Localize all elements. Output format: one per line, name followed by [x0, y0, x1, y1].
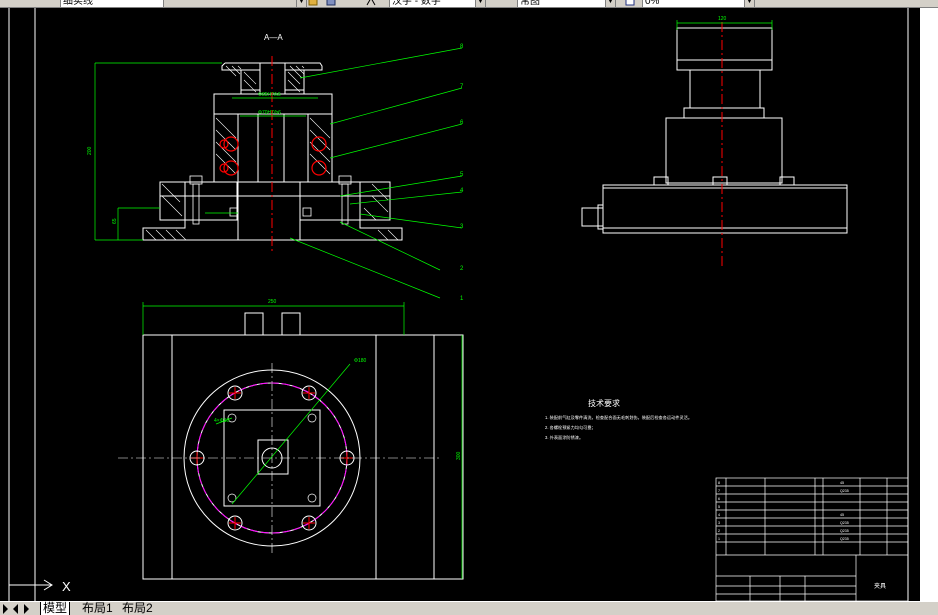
dim-hole: 4×Φ10	[214, 418, 229, 424]
dim-height-lower: 65	[112, 218, 118, 224]
layer-dropdown[interactable]: 细实线	[60, 0, 164, 7]
svg-text:Q235: Q235	[840, 529, 849, 533]
svg-text:8: 8	[718, 481, 720, 485]
layer-manager-icon[interactable]	[326, 0, 336, 6]
svg-text:Q235: Q235	[840, 489, 849, 493]
tab-model[interactable]: 模型	[40, 602, 71, 615]
svg-text:5: 5	[460, 172, 464, 178]
title-block	[715, 477, 909, 601]
dim-plan-height: 300	[456, 451, 462, 460]
tech-title: 技术要求	[588, 398, 620, 408]
tech-note-2: 2. 各螺栓预紧力均匀可靠；	[545, 424, 596, 431]
ucs-icon	[9, 579, 53, 591]
drawing-frame	[8, 8, 909, 601]
svg-text:2: 2	[460, 266, 464, 272]
tech-note-3: 3. 外表面涂防锈漆。	[545, 434, 583, 441]
section-label: A—A	[264, 33, 283, 42]
layout-tabs: 模型 布局1 布局2	[0, 601, 938, 615]
tab-nav-next-icon[interactable]	[24, 604, 29, 614]
svg-text:1: 1	[460, 296, 464, 302]
tab-layout1[interactable]: 布局1	[80, 602, 115, 615]
layer-dropdown-arrow[interactable]: ▼	[296, 0, 307, 7]
dim-height-total: 200	[87, 146, 93, 155]
plot-style-dropdown[interactable]: 0%	[642, 0, 746, 7]
dim-pcd: Φ180	[354, 358, 367, 364]
svg-text:8: 8	[460, 44, 464, 50]
svg-text:7: 7	[718, 489, 720, 493]
dim-right-top: 120	[718, 16, 727, 22]
table-style-icon[interactable]	[625, 0, 635, 6]
drawing-canvas[interactable]: A—A 200 65 Φ85H7/k6 Φ70H7/h6 8 7 6 5 4 3…	[0, 8, 920, 601]
balloon-numbers: 8 7 6 5 4 3 2 1	[460, 44, 464, 302]
svg-text:7: 7	[460, 84, 464, 90]
plot-style-dropdown-arrow[interactable]: ▼	[744, 0, 755, 7]
tech-note-1: 1. 装配前气缸及零件清洗，检查配合面无毛刺划伤。装配后检查各运动件灵活。	[545, 414, 692, 421]
section-bolts	[189, 175, 352, 225]
layer-state-icon[interactable]	[308, 0, 318, 6]
bearing-balls	[219, 136, 327, 176]
tab-nav-first-icon[interactable]	[3, 604, 8, 614]
plan-view: 250 300 Φ180 4×Φ10	[118, 299, 464, 580]
svg-text:4: 4	[718, 513, 720, 517]
title-block-name: 夹具	[874, 582, 886, 590]
toolbar: 细实线 ▼ 汉字 - 数字 ▼ 常图 ▼ 0% ▼	[0, 0, 938, 8]
text-style-dropdown[interactable]: 汉字 - 数字	[389, 0, 477, 7]
svg-text:2: 2	[718, 529, 720, 533]
vertical-scrollbar[interactable]	[920, 8, 938, 601]
svg-text:3: 3	[460, 224, 464, 230]
dim-base-width: 250	[268, 299, 277, 305]
section-view-aa: A—A 200 65 Φ85H7/k6 Φ70H7/h6 8 7 6 5 4 3…	[87, 33, 464, 302]
svg-text:6: 6	[718, 497, 720, 501]
dim-fit-mid: Φ70H7/h6	[258, 110, 281, 116]
title-block-rows: 8 7 6 5 4 3 2 1 45 Q235 45 Q235 Q235 Q235	[718, 481, 849, 541]
tab-layout2[interactable]: 布局2	[120, 602, 155, 615]
svg-text:3: 3	[718, 521, 720, 525]
technical-requirements: 技术要求 1. 装配前气缸及零件清洗，检查配合面无毛刺划伤。装配后检查各运动件灵…	[545, 398, 692, 441]
svg-text:Q235: Q235	[840, 521, 849, 525]
text-style-icon[interactable]	[366, 0, 376, 6]
svg-text:1: 1	[718, 537, 720, 541]
side-view: 120	[581, 16, 848, 268]
tab-nav-prev-icon[interactable]	[13, 604, 18, 614]
dim-style-dropdown[interactable]: 常图	[517, 0, 607, 7]
dim-fit-top: Φ85H7/k6	[258, 92, 281, 98]
dim-style-dropdown-arrow[interactable]: ▼	[605, 0, 616, 7]
text-style-dropdown-arrow[interactable]: ▼	[475, 0, 486, 7]
svg-text:5: 5	[718, 505, 720, 509]
svg-text:Q235: Q235	[840, 537, 849, 541]
svg-text:45: 45	[840, 481, 844, 485]
svg-text:4: 4	[460, 188, 464, 194]
svg-text:45: 45	[840, 513, 844, 517]
ucs-label: X	[62, 579, 71, 594]
leader-lines	[289, 47, 463, 299]
svg-text:6: 6	[460, 120, 464, 126]
